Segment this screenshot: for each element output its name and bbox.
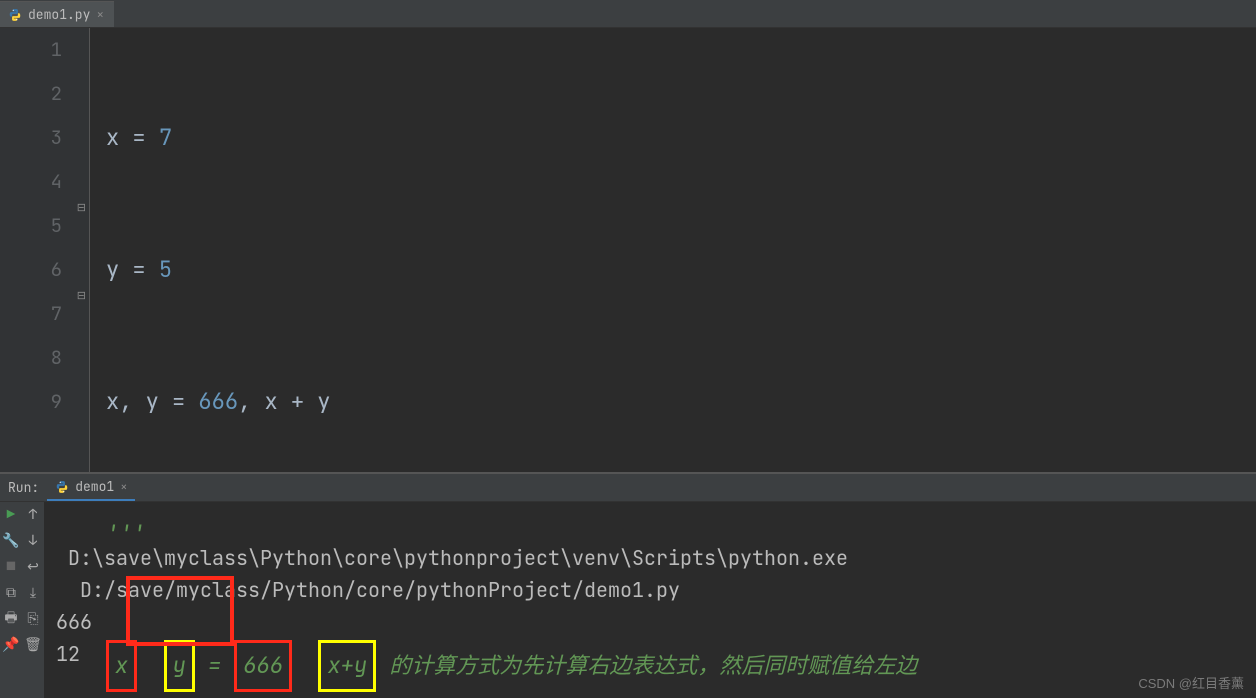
code-area[interactable]: x = 7 y = 5 x, y = 666, x + y ''' x y = …	[90, 28, 1256, 472]
line-number: 7	[0, 292, 62, 336]
console-output[interactable]: D:\save\myclass\Python\core\pythonprojec…	[44, 502, 1256, 698]
layout-icon[interactable]: ⧉	[2, 584, 20, 602]
code-line: y = 5	[106, 248, 1256, 292]
run-toolbar-left: ▶ 🔧 ■ ⧉ 🖶 📌	[0, 502, 22, 698]
run-panel: ▶ 🔧 ■ ⧉ 🖶 📌 ↑ ↓ ↩ ⤓ ⎘ 🗑 D:\save\myclass\…	[0, 502, 1256, 698]
code-editor[interactable]: 1 2 3 4 5 6 7 8 9 ⊟ ⊟ x = 7 y = 5 x, y =…	[0, 28, 1256, 472]
line-number-gutter: 1 2 3 4 5 6 7 8 9 ⊟ ⊟	[0, 28, 90, 472]
code-line: x, y = 666, x + y	[106, 380, 1256, 424]
run-toolbar-right: ↑ ↓ ↩ ⤓ ⎘ 🗑	[22, 502, 44, 698]
print-icon[interactable]: 🖶	[2, 610, 20, 628]
scroll-to-end-icon[interactable]: ⤓	[24, 584, 42, 602]
fold-icon[interactable]: ⊟	[77, 186, 86, 230]
line-number: 2	[0, 72, 62, 116]
export-icon[interactable]: ⎘	[24, 610, 42, 628]
editor-tab-demo1[interactable]: demo1.py ×	[0, 1, 114, 27]
code-line: x = 7	[106, 116, 1256, 160]
trash-icon[interactable]: 🗑	[24, 636, 42, 654]
line-number: 1	[0, 28, 62, 72]
python-file-icon	[8, 8, 22, 22]
line-number: 8	[0, 336, 62, 380]
python-file-icon	[55, 480, 69, 494]
fold-icon[interactable]: ⊟	[77, 274, 86, 318]
line-number: 9	[0, 380, 62, 424]
rerun-button[interactable]: ▶	[2, 506, 20, 524]
line-number: 5	[0, 204, 62, 248]
up-arrow-icon[interactable]: ↑	[24, 506, 42, 524]
console-line: 666	[56, 609, 92, 635]
console-line: D:/save/myclass/Python/core/pythonProjec…	[80, 577, 680, 603]
stop-button[interactable]: ■	[2, 558, 20, 576]
console-line: D:\save\myclass\Python\core\pythonprojec…	[56, 545, 848, 571]
line-number: 6	[0, 248, 62, 292]
line-number: 3	[0, 116, 62, 160]
console-line: 12	[56, 641, 80, 667]
pin-icon[interactable]: 📌	[2, 636, 20, 654]
soft-wrap-icon[interactable]: ↩	[24, 558, 42, 576]
run-label: Run:	[0, 479, 47, 496]
wrench-icon[interactable]: 🔧	[2, 532, 20, 550]
editor-tab-bar: demo1.py ×	[0, 0, 1256, 28]
close-icon[interactable]: ×	[96, 8, 104, 21]
watermark: CSDN @红目香薰	[1138, 673, 1244, 692]
line-number: 4	[0, 160, 62, 204]
tab-filename: demo1.py	[28, 6, 90, 23]
down-arrow-icon[interactable]: ↓	[24, 532, 42, 550]
